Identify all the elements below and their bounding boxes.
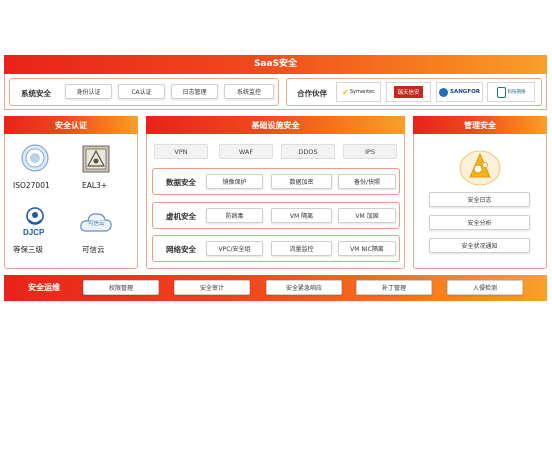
system-security-item[interactable]: 系统监控 xyxy=(224,84,274,99)
infra-row-item[interactable]: 防病毒 xyxy=(206,208,263,223)
ops-title: 安全运维 xyxy=(28,283,60,292)
infra-header: 基础设施安全 xyxy=(146,116,405,134)
system-security-item[interactable]: CA认证 xyxy=(118,84,165,99)
partners-label: 合作伙伴 xyxy=(297,89,327,98)
mgmt-item[interactable]: 安全日志 xyxy=(429,192,530,207)
infra-row-item[interactable]: VPC/安全组 xyxy=(206,241,263,256)
cert-label: 等保三级 xyxy=(13,245,43,254)
infra-top-item[interactable]: WAF xyxy=(219,144,273,159)
infra-row-item[interactable]: 镜像保护 xyxy=(206,174,263,189)
cert-label: EAL3+ xyxy=(82,181,108,190)
row-label: 虚机安全 xyxy=(166,212,196,221)
ops-item[interactable]: 安全紧急响应 xyxy=(266,280,342,295)
system-security-item[interactable]: 身份认证 xyxy=(65,84,112,99)
infra-row-item[interactable]: 数据加密 xyxy=(271,174,332,189)
check-icon: ✔ xyxy=(342,87,349,97)
symantec-logo: ✔ Symantec xyxy=(336,82,381,102)
partner-logo-text: 瑞天信安 xyxy=(394,86,423,98)
mgmt-item[interactable]: 安全分析 xyxy=(429,215,530,230)
shield-logo-icon xyxy=(496,86,506,98)
iso-seal-icon xyxy=(21,144,49,172)
cloud-text: 可信云 xyxy=(88,221,105,227)
mgmt-item[interactable]: 安全状况通知 xyxy=(429,238,530,253)
ops-item[interactable]: 补丁管理 xyxy=(356,280,432,295)
sangfor-logo: SANGFOR xyxy=(436,82,483,102)
partner-logo-text: SANGFOR xyxy=(449,89,480,95)
ops-item[interactable]: 入侵检测 xyxy=(447,280,523,295)
infra-row-item[interactable]: VM 隔离 xyxy=(271,208,332,223)
infra-row-item[interactable]: 备份/快照 xyxy=(338,174,396,189)
ops-item[interactable]: 权限管理 xyxy=(83,280,159,295)
cert-label: ISO27001 xyxy=(13,181,50,190)
auth-header: 安全认证 xyxy=(4,116,138,134)
globe-icon xyxy=(438,87,448,97)
partner-logo-text: Symantec xyxy=(349,89,375,95)
trusted-cloud-icon: 可信云 xyxy=(78,209,114,235)
infra-top-item[interactable]: IPS xyxy=(343,144,397,159)
row-label: 网络安全 xyxy=(166,245,196,254)
ruitian-logo: 瑞天信安 xyxy=(386,82,431,102)
infra-row-item[interactable]: VM NIC隔离 xyxy=(338,241,396,256)
gear-badge-icon xyxy=(458,148,502,186)
row-label: 数据安全 xyxy=(166,178,196,187)
partner4-logo: 科技网络 xyxy=(487,82,535,102)
mgmt-header: 管理安全 xyxy=(413,116,547,134)
auth-title: 安全认证 xyxy=(55,120,87,130)
saas-header: SaaS安全 xyxy=(4,55,547,74)
system-security-label: 系统安全 xyxy=(21,89,51,98)
saas-title: SaaS安全 xyxy=(253,59,298,69)
infra-row-item[interactable]: 流量监控 xyxy=(271,241,332,256)
djcp-text: DJCP xyxy=(23,228,45,237)
ops-item[interactable]: 安全审计 xyxy=(174,280,250,295)
cert-label: 可信云 xyxy=(82,245,105,254)
eal-badge-icon xyxy=(82,145,110,173)
infra-row-item[interactable]: VM 加固 xyxy=(338,208,396,223)
system-security-item[interactable]: 日志管理 xyxy=(171,84,218,99)
infra-top-item[interactable]: VPN xyxy=(154,144,208,159)
infra-top-item[interactable]: DDOS xyxy=(281,144,335,159)
infra-title: 基础设施安全 xyxy=(251,120,300,130)
partner-logo-text: 科技网络 xyxy=(507,90,526,95)
djcp-icon: DJCP xyxy=(21,207,49,237)
mgmt-title: 管理安全 xyxy=(464,120,496,130)
